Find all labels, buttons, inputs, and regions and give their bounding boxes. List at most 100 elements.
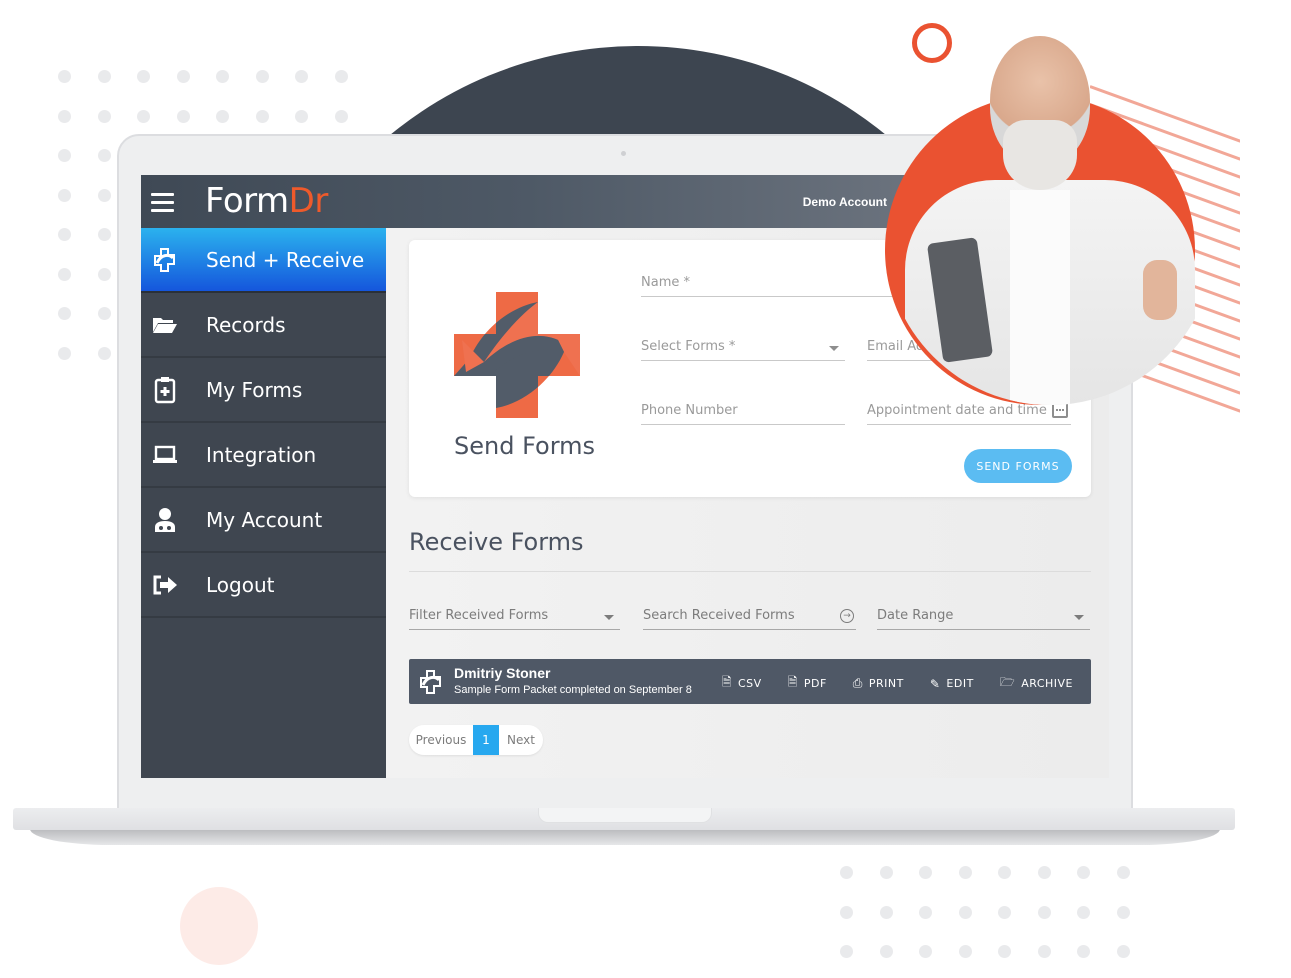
select-forms-dropdown[interactable]: Select Forms * [641, 337, 845, 361]
sidebar: Send + Receive Records My Forms Integrat… [141, 228, 386, 778]
decorative-dot [1116, 945, 1130, 958]
decorative-dot [334, 109, 348, 123]
decorative-dot [919, 905, 932, 919]
sidebar-item-label: Logout [206, 572, 275, 597]
pagination: Previous 1 Next [409, 725, 543, 755]
decorative-dot [58, 346, 71, 360]
decorative-dot [97, 228, 111, 241]
send-receive-icon [420, 670, 441, 694]
receive-forms-title: Receive Forms [409, 528, 584, 556]
previous-page-button[interactable]: Previous [409, 725, 473, 755]
csv-label: CSV [737, 677, 762, 690]
decorative-dot [840, 866, 853, 879]
edit-label: EDIT [946, 677, 974, 690]
doctor-photo [885, 30, 1215, 405]
clipboard-plus-icon [151, 376, 179, 404]
archive-label: ARCHIVE [1021, 677, 1073, 690]
sidebar-item-label: My Forms [206, 377, 303, 402]
logo-text-form: Form [205, 181, 289, 221]
csv-button[interactable]: 🗎 CSV [722, 673, 762, 694]
decorative-dot [1037, 905, 1051, 919]
send-forms-logo-icon [454, 292, 580, 418]
decorative-dot [998, 905, 1011, 919]
decorative-dot [176, 109, 190, 123]
sidebar-item-my-forms[interactable]: My Forms [141, 358, 386, 423]
decorative-dot [958, 945, 972, 958]
doctor-beard [1003, 120, 1077, 190]
pdf-label: PDF [803, 677, 827, 690]
arrow-circle-right-icon[interactable]: → [840, 609, 854, 623]
print-button[interactable]: ⎙ PRINT [853, 673, 904, 694]
decorative-dot [97, 109, 111, 123]
sidebar-item-records[interactable]: Records [141, 293, 386, 358]
decorative-dot [1116, 905, 1130, 919]
section-divider [409, 571, 1091, 572]
sidebar-item-label: Records [206, 312, 286, 337]
next-page-button[interactable]: Next [499, 725, 543, 755]
date-range-placeholder: Date Range [877, 608, 954, 623]
decorative-dot [879, 945, 893, 958]
file-pdf-icon: 🗎 [787, 675, 798, 689]
record-name: Dmitriy Stoner [454, 665, 551, 681]
filter-placeholder: Filter Received Forms [409, 608, 549, 623]
account-menu[interactable]: Demo Account [803, 195, 887, 209]
decorative-dot [58, 267, 71, 281]
page-1-button[interactable]: 1 [473, 725, 499, 755]
decorative-dot [1077, 905, 1090, 919]
decorative-dot [97, 267, 111, 281]
doctor-shirt [1010, 190, 1070, 405]
search-received-forms-input[interactable]: Search Received Forms → [643, 606, 856, 630]
decorative-dot [958, 905, 972, 919]
decorative-dot [58, 70, 71, 83]
select-forms-placeholder: Select Forms * [641, 339, 736, 354]
decorative-dot [1077, 945, 1090, 958]
decorative-dot [97, 346, 111, 360]
decorative-dot [58, 149, 71, 162]
decorative-dot [97, 149, 111, 162]
decorative-dot [137, 70, 150, 83]
folder-open-icon: 🗁 [999, 675, 1016, 689]
decorative-dot [58, 228, 71, 241]
decorative-dot [1116, 866, 1130, 879]
decorative-dot [840, 945, 853, 958]
decorative-dot [334, 70, 348, 83]
print-label: PRINT [868, 677, 904, 690]
logout-icon [151, 571, 179, 599]
edit-icon: ✎ [929, 676, 941, 691]
decorative-dot [879, 866, 893, 879]
table-row[interactable]: Dmitriy Stoner Sample Form Packet comple… [409, 659, 1091, 704]
decorative-dot [879, 905, 893, 919]
send-forms-button[interactable]: SEND FORMS [964, 449, 1072, 483]
decorative-dot [1037, 945, 1051, 958]
decorative-dot [1037, 866, 1051, 879]
pdf-button[interactable]: 🗎 PDF [788, 673, 827, 694]
decorative-dot [1077, 866, 1090, 879]
logo-text-dr: Dr [288, 181, 329, 221]
record-description: Sample Form Packet completed on Septembe… [454, 684, 692, 696]
chevron-down-icon [829, 346, 839, 351]
sidebar-item-logout[interactable]: Logout [141, 553, 386, 618]
archive-button[interactable]: 🗁 ARCHIVE [1000, 673, 1073, 694]
laptop-notch [538, 808, 712, 823]
filter-received-forms-dropdown[interactable]: Filter Received Forms [409, 606, 620, 630]
date-range-dropdown[interactable]: Date Range [877, 606, 1090, 630]
send-forms-title: Send Forms [454, 432, 596, 460]
hamburger-menu-icon[interactable] [151, 193, 174, 213]
decorative-dot [840, 905, 853, 919]
decorative-dot [58, 307, 71, 320]
edit-button[interactable]: ✎ EDIT [930, 673, 974, 694]
sidebar-item-integration[interactable]: Integration [141, 423, 386, 488]
sidebar-item-send-receive[interactable]: Send + Receive [141, 228, 386, 293]
decorative-dot [176, 70, 190, 83]
chevron-down-icon [1074, 615, 1084, 620]
app-logo: FormDr [205, 181, 328, 221]
decorative-dot [97, 188, 111, 202]
decorative-pink-circle [180, 887, 258, 965]
chevron-down-icon [604, 615, 614, 620]
sidebar-item-label: Integration [206, 442, 317, 467]
phone-field[interactable]: Phone Number [641, 401, 845, 425]
decorative-dot [919, 945, 932, 958]
sidebar-item-my-account[interactable]: My Account [141, 488, 386, 553]
decorative-dot [998, 866, 1011, 879]
doctor-user-icon [151, 506, 179, 534]
